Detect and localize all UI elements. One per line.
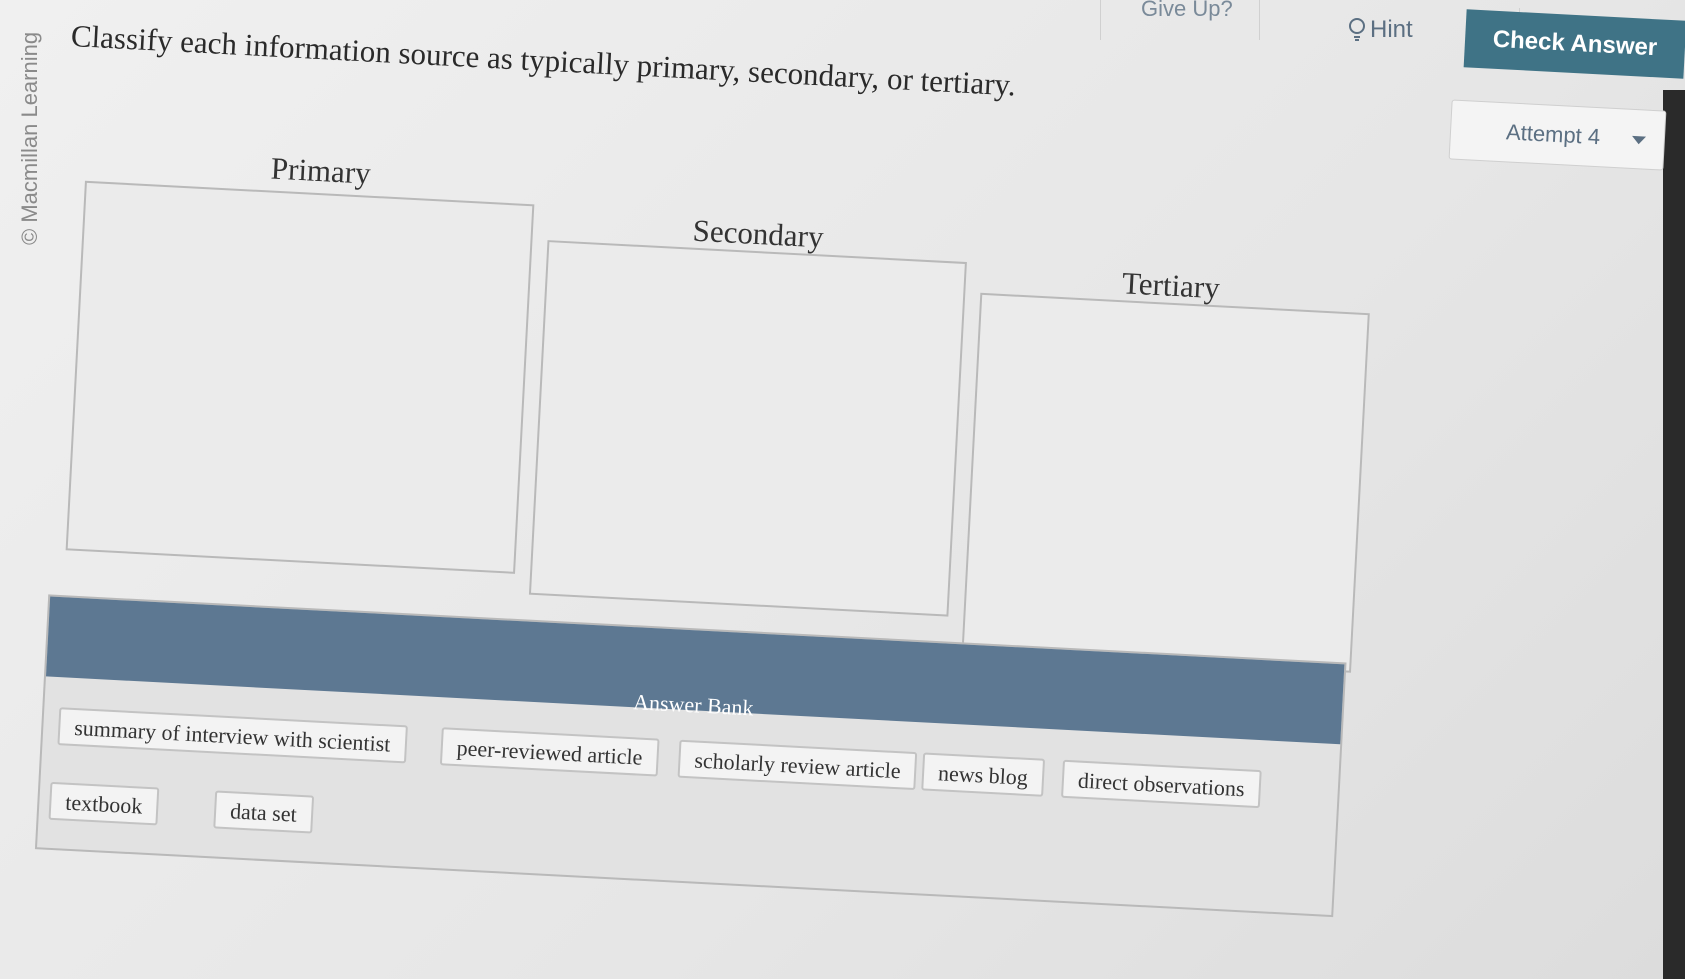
drop-zone-tertiary[interactable]	[961, 292, 1370, 673]
chevron-down-icon	[1631, 135, 1647, 145]
attempt-label: Attempt 4	[1505, 119, 1601, 150]
draggable-item-data-set[interactable]: data set	[213, 790, 314, 834]
draggable-item-textbook[interactable]: textbook	[48, 781, 160, 826]
draggable-item-scholarly-review-article[interactable]: scholarly review article	[677, 739, 918, 791]
action-toolbar: Give Up? Hint Check Answer	[1090, 0, 1685, 95]
screen-bezel	[1663, 90, 1685, 979]
draggable-item-summary-of-interview[interactable]: summary of interview with scientist	[57, 707, 408, 764]
draggable-item-news-blog[interactable]: news blog	[921, 752, 1045, 797]
attempt-dropdown[interactable]: Attempt 4	[1448, 99, 1667, 171]
give-up-button[interactable]: Give Up?	[1100, 0, 1260, 40]
draggable-item-peer-reviewed-article[interactable]: peer-reviewed article	[439, 727, 660, 777]
give-up-label: Give Up?	[1141, 0, 1233, 21]
copyright-text: © Macmillan Learning	[17, 31, 42, 245]
drop-zone-secondary[interactable]	[528, 240, 1185, 617]
draggable-item-direct-observations[interactable]: direct observations	[1061, 759, 1262, 809]
drop-zone-primary[interactable]	[65, 180, 535, 574]
hint-label: Hint	[1370, 16, 1413, 43]
check-answer-button[interactable]: Check Answer	[1463, 9, 1685, 79]
lightbulb-icon	[1349, 18, 1365, 41]
classification-board: Primary Secondary Tertiary Answer Bank s…	[33, 151, 1408, 949]
